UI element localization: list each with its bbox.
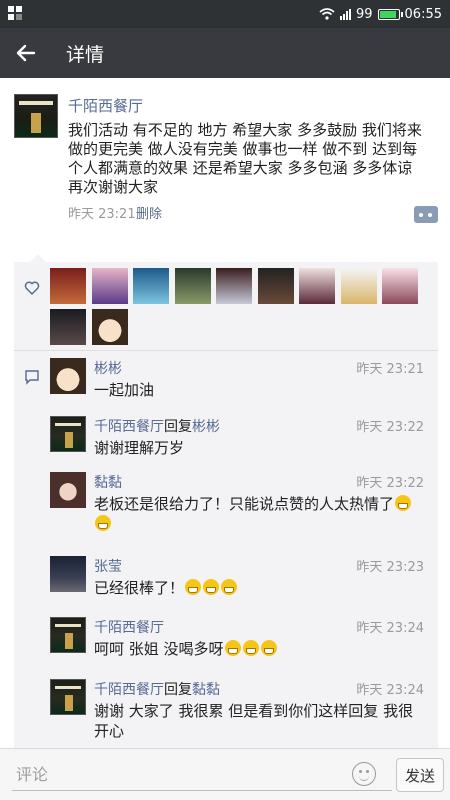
comment-author[interactable]: 千陌西餐厅 [94, 617, 164, 637]
comment-time: 昨天 23:23 [356, 560, 424, 575]
comment-text: 呵呵 张姐 没喝多呀 [94, 639, 426, 659]
post-author-avatar[interactable] [14, 94, 58, 138]
comment-text: 谢谢理解万岁 [94, 439, 185, 457]
comment-author[interactable]: 彬彬 [94, 358, 122, 378]
page-title: 详情 [66, 44, 105, 66]
back-button[interactable] [10, 38, 42, 68]
comment-icon [25, 370, 39, 385]
signal-icon [339, 8, 351, 20]
comment-avatar[interactable] [50, 358, 86, 394]
reply-word: 回复 [164, 682, 192, 698]
more-actions-button[interactable] [414, 206, 438, 223]
grin-emoji-icon [95, 515, 111, 531]
comment-author[interactable]: 黏黏 [94, 472, 122, 492]
comment-time: 昨天 23:24 [356, 683, 424, 698]
wifi-icon [319, 8, 335, 20]
like-avatar[interactable] [382, 268, 418, 304]
like-avatar[interactable] [257, 268, 294, 304]
comment-author-name[interactable]: 千陌西餐厅 [94, 682, 164, 698]
comment-box: 彬彬 昨天 23:21 一起加油 千陌西餐厅回复彬彬 昨天 23:22 谢谢理解万岁 黏黏昨… [14, 254, 438, 748]
like-avatar[interactable] [50, 268, 86, 304]
comment-author-name[interactable]: 张莹 [94, 559, 122, 575]
status-bar: 99 06:55 [0, 0, 450, 28]
comment-author-name[interactable]: 黏黏 [94, 475, 122, 491]
comment-input-bar: 发送 [0, 748, 450, 800]
send-button[interactable]: 发送 [396, 758, 444, 792]
like-avatar[interactable] [340, 268, 377, 304]
grin-emoji-icon [203, 579, 220, 595]
reply-word: 回复 [164, 419, 192, 435]
title-bar: 详情 [0, 28, 450, 78]
grin-emoji-icon [221, 579, 238, 595]
heart-icon [24, 281, 40, 296]
comment-author[interactable]: 张莹 [94, 556, 122, 576]
like-avatar[interactable] [174, 268, 211, 304]
comment-author-name[interactable]: 彬彬 [94, 361, 122, 377]
comment-avatar[interactable] [50, 617, 86, 653]
battery-icon [377, 8, 403, 20]
comment-text: 已经很棒了！ [94, 578, 426, 598]
comment-author[interactable]: 千陌西餐厅回复彬彬 [94, 416, 220, 436]
divider [14, 350, 438, 351]
emoji-face-icon[interactable] [352, 762, 376, 786]
battery-fill [379, 10, 396, 18]
post-text: 我们活动 有不足的 地方 希望大家 多多鼓励 我们将来做的更完美 做人没有完美 … [68, 121, 422, 196]
like-avatar[interactable] [216, 268, 252, 304]
comment-avatar[interactable] [50, 556, 86, 592]
status-time: 06:55 [404, 6, 442, 22]
comment-avatar[interactable] [50, 416, 86, 452]
reply-target-name[interactable]: 彬彬 [192, 419, 220, 435]
grin-emoji-icon [395, 495, 412, 511]
like-avatar[interactable] [133, 268, 169, 304]
comment-input[interactable] [12, 759, 392, 791]
comment-author[interactable]: 千陌西餐厅回复黏黏 [94, 679, 220, 699]
post-author-name[interactable]: 千陌西餐厅 [68, 95, 143, 116]
comment-text: 一起加油 [94, 381, 155, 399]
status-indicators: 99 06:55 [319, 5, 442, 23]
grin-emoji-icon [260, 640, 277, 656]
comment-text: 老板还是很给力了！只能说点赞的人太热情了 [94, 494, 426, 534]
comment-avatar[interactable] [50, 679, 86, 715]
like-avatar[interactable] [50, 309, 86, 345]
grin-emoji-icon [185, 579, 202, 595]
comment-time: 昨天 23:22 [356, 476, 424, 491]
grin-emoji-icon [224, 640, 241, 656]
comment-time: 昨天 23:24 [356, 621, 424, 636]
comment-avatar[interactable] [50, 472, 86, 508]
comment-time: 昨天 23:21 [356, 362, 424, 377]
comment-author-name[interactable]: 千陌西餐厅 [94, 419, 164, 435]
comment-text: 谢谢 大家了 我很累 但是看到你们这样回复 我很开心 [94, 702, 414, 740]
signal-label: 99 [355, 6, 373, 22]
post-time: 昨天 23:21 [68, 207, 136, 222]
like-avatar[interactable] [91, 309, 128, 345]
grin-emoji-icon [242, 640, 259, 656]
like-avatar[interactable] [299, 268, 335, 304]
delete-link[interactable]: 删除 [136, 203, 162, 222]
comment-author-name[interactable]: 千陌西餐厅 [94, 620, 164, 636]
comment-time: 昨天 23:22 [356, 420, 424, 435]
like-avatar[interactable] [91, 268, 128, 304]
arrow-left-icon [16, 44, 36, 62]
grid-icon [8, 6, 22, 20]
reply-target-name[interactable]: 黏黏 [192, 682, 220, 698]
